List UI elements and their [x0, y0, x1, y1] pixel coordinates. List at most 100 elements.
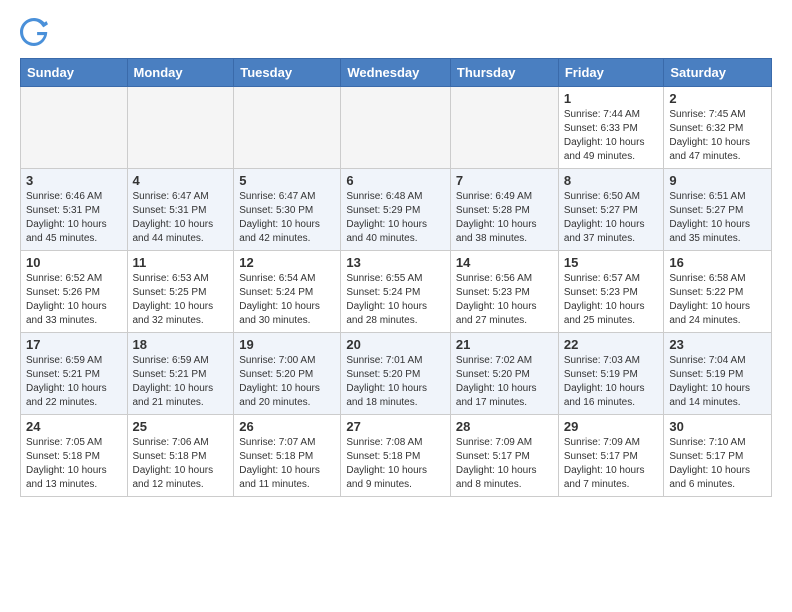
- weekday-header-saturday: Saturday: [664, 59, 772, 87]
- week-row-2: 3Sunrise: 6:46 AMSunset: 5:31 PMDaylight…: [21, 169, 772, 251]
- day-info: Sunrise: 6:53 AMSunset: 5:25 PMDaylight:…: [133, 272, 229, 328]
- calendar-cell: 14 Sunrise: 6:56 AMSunset: 5:23 PMDayligh…: [450, 251, 558, 333]
- calendar-table: SundayMondayTuesdayWednesdayThursdayFrid…: [20, 58, 772, 497]
- calendar-cell: [450, 87, 558, 169]
- week-row-4: 17 Sunrise: 6:59 AMSunset: 5:21 PMDayligh…: [21, 333, 772, 415]
- calendar-cell: 25 Sunrise: 7:06 AMSunset: 5:18 PMDayligh…: [127, 415, 234, 497]
- general-blue-icon: [20, 18, 48, 46]
- calendar-cell: 3Sunrise: 6:46 AMSunset: 5:31 PMDaylight…: [21, 169, 128, 251]
- calendar-cell: 17 Sunrise: 6:59 AMSunset: 5:21 PMDayligh…: [21, 333, 128, 415]
- day-number: 20: [346, 337, 445, 352]
- weekday-header-thursday: Thursday: [450, 59, 558, 87]
- day-number: 30: [669, 419, 766, 434]
- calendar-cell: 15 Sunrise: 6:57 AMSunset: 5:23 PMDayligh…: [558, 251, 664, 333]
- day-info: Sunrise: 7:05 AMSunset: 5:18 PMDaylight:…: [26, 436, 122, 492]
- calendar-cell: 30Sunrise: 7:10 AMSunset: 5:17 PMDayligh…: [664, 415, 772, 497]
- day-info: Sunrise: 7:02 AMSunset: 5:20 PMDaylight:…: [456, 354, 553, 410]
- day-info: Sunrise: 6:49 AMSunset: 5:28 PMDaylight:…: [456, 190, 553, 246]
- day-number: 29: [564, 419, 659, 434]
- calendar-cell: 28 Sunrise: 7:09 AMSunset: 5:17 PMDayligh…: [450, 415, 558, 497]
- calendar-cell: 4 Sunrise: 6:47 AMSunset: 5:31 PMDaylight…: [127, 169, 234, 251]
- calendar-cell: 7 Sunrise: 6:49 AMSunset: 5:28 PMDaylight…: [450, 169, 558, 251]
- day-number: 13: [346, 255, 445, 270]
- calendar-cell: 8 Sunrise: 6:50 AMSunset: 5:27 PMDaylight…: [558, 169, 664, 251]
- day-number: 18: [133, 337, 229, 352]
- calendar-cell: 21 Sunrise: 7:02 AMSunset: 5:20 PMDayligh…: [450, 333, 558, 415]
- day-info: Sunrise: 6:59 AMSunset: 5:21 PMDaylight:…: [26, 354, 122, 410]
- weekday-header-wednesday: Wednesday: [341, 59, 451, 87]
- calendar-cell: 1 Sunrise: 7:44 AMSunset: 6:33 PMDaylight…: [558, 87, 664, 169]
- calendar-cell: 9Sunrise: 6:51 AMSunset: 5:27 PMDaylight…: [664, 169, 772, 251]
- calendar-cell: [127, 87, 234, 169]
- day-number: 21: [456, 337, 553, 352]
- calendar-cell: [234, 87, 341, 169]
- day-info: Sunrise: 6:50 AMSunset: 5:27 PMDaylight:…: [564, 190, 659, 246]
- day-number: 1: [564, 91, 659, 106]
- day-info: Sunrise: 7:00 AMSunset: 5:20 PMDaylight:…: [239, 354, 335, 410]
- day-info: Sunrise: 7:07 AMSunset: 5:18 PMDaylight:…: [239, 436, 335, 492]
- day-number: 28: [456, 419, 553, 434]
- day-number: 2: [669, 91, 766, 106]
- day-number: 12: [239, 255, 335, 270]
- day-info: Sunrise: 7:44 AMSunset: 6:33 PMDaylight:…: [564, 108, 659, 164]
- calendar-cell: 24 Sunrise: 7:05 AMSunset: 5:18 PMDayligh…: [21, 415, 128, 497]
- logo: [20, 16, 50, 46]
- day-number: 11: [133, 255, 229, 270]
- day-info: Sunrise: 7:09 AMSunset: 5:17 PMDaylight:…: [456, 436, 553, 492]
- day-info: Sunrise: 6:52 AMSunset: 5:26 PMDaylight:…: [26, 272, 122, 328]
- calendar-cell: 19 Sunrise: 7:00 AMSunset: 5:20 PMDayligh…: [234, 333, 341, 415]
- day-info: Sunrise: 6:57 AMSunset: 5:23 PMDaylight:…: [564, 272, 659, 328]
- day-info: Sunrise: 6:58 AMSunset: 5:22 PMDaylight:…: [669, 272, 766, 328]
- page: SundayMondayTuesdayWednesdayThursdayFrid…: [0, 0, 792, 513]
- day-number: 24: [26, 419, 122, 434]
- calendar-cell: 5 Sunrise: 6:47 AMSunset: 5:30 PMDaylight…: [234, 169, 341, 251]
- calendar-cell: [341, 87, 451, 169]
- calendar-cell: 29 Sunrise: 7:09 AMSunset: 5:17 PMDayligh…: [558, 415, 664, 497]
- day-info: Sunrise: 7:09 AMSunset: 5:17 PMDaylight:…: [564, 436, 659, 492]
- calendar-cell: 27 Sunrise: 7:08 AMSunset: 5:18 PMDayligh…: [341, 415, 451, 497]
- day-info: Sunrise: 7:01 AMSunset: 5:20 PMDaylight:…: [346, 354, 445, 410]
- day-number: 4: [133, 173, 229, 188]
- day-info: Sunrise: 6:51 AMSunset: 5:27 PMDaylight:…: [669, 190, 766, 246]
- calendar-cell: 26Sunrise: 7:07 AMSunset: 5:18 PMDayligh…: [234, 415, 341, 497]
- calendar-cell: 23Sunrise: 7:04 AMSunset: 5:19 PMDayligh…: [664, 333, 772, 415]
- calendar-cell: 12Sunrise: 6:54 AMSunset: 5:24 PMDayligh…: [234, 251, 341, 333]
- day-info: Sunrise: 7:06 AMSunset: 5:18 PMDaylight:…: [133, 436, 229, 492]
- week-row-3: 10 Sunrise: 6:52 AMSunset: 5:26 PMDayligh…: [21, 251, 772, 333]
- day-number: 17: [26, 337, 122, 352]
- day-info: Sunrise: 7:08 AMSunset: 5:18 PMDaylight:…: [346, 436, 445, 492]
- weekday-header-tuesday: Tuesday: [234, 59, 341, 87]
- day-info: Sunrise: 6:47 AMSunset: 5:31 PMDaylight:…: [133, 190, 229, 246]
- day-number: 23: [669, 337, 766, 352]
- calendar-cell: 6 Sunrise: 6:48 AMSunset: 5:29 PMDaylight…: [341, 169, 451, 251]
- day-number: 16: [669, 255, 766, 270]
- day-number: 15: [564, 255, 659, 270]
- week-row-1: 1 Sunrise: 7:44 AMSunset: 6:33 PMDaylight…: [21, 87, 772, 169]
- calendar-cell: 11 Sunrise: 6:53 AMSunset: 5:25 PMDayligh…: [127, 251, 234, 333]
- calendar-cell: 18 Sunrise: 6:59 AMSunset: 5:21 PMDayligh…: [127, 333, 234, 415]
- calendar-cell: 10 Sunrise: 6:52 AMSunset: 5:26 PMDayligh…: [21, 251, 128, 333]
- day-number: 14: [456, 255, 553, 270]
- calendar-cell: 2 Sunrise: 7:45 AMSunset: 6:32 PMDaylight…: [664, 87, 772, 169]
- calendar-cell: [21, 87, 128, 169]
- day-number: 7: [456, 173, 553, 188]
- day-number: 3: [26, 173, 122, 188]
- header: [20, 16, 772, 46]
- weekday-header-row: SundayMondayTuesdayWednesdayThursdayFrid…: [21, 59, 772, 87]
- day-info: Sunrise: 7:03 AMSunset: 5:19 PMDaylight:…: [564, 354, 659, 410]
- day-number: 25: [133, 419, 229, 434]
- day-info: Sunrise: 6:56 AMSunset: 5:23 PMDaylight:…: [456, 272, 553, 328]
- day-number: 19: [239, 337, 335, 352]
- day-info: Sunrise: 6:59 AMSunset: 5:21 PMDaylight:…: [133, 354, 229, 410]
- day-info: Sunrise: 6:47 AMSunset: 5:30 PMDaylight:…: [239, 190, 335, 246]
- day-info: Sunrise: 6:48 AMSunset: 5:29 PMDaylight:…: [346, 190, 445, 246]
- weekday-header-sunday: Sunday: [21, 59, 128, 87]
- day-number: 10: [26, 255, 122, 270]
- day-number: 27: [346, 419, 445, 434]
- day-number: 8: [564, 173, 659, 188]
- day-number: 5: [239, 173, 335, 188]
- calendar-cell: 13Sunrise: 6:55 AMSunset: 5:24 PMDayligh…: [341, 251, 451, 333]
- calendar-cell: 20 Sunrise: 7:01 AMSunset: 5:20 PMDayligh…: [341, 333, 451, 415]
- day-number: 6: [346, 173, 445, 188]
- day-info: Sunrise: 7:45 AMSunset: 6:32 PMDaylight:…: [669, 108, 766, 164]
